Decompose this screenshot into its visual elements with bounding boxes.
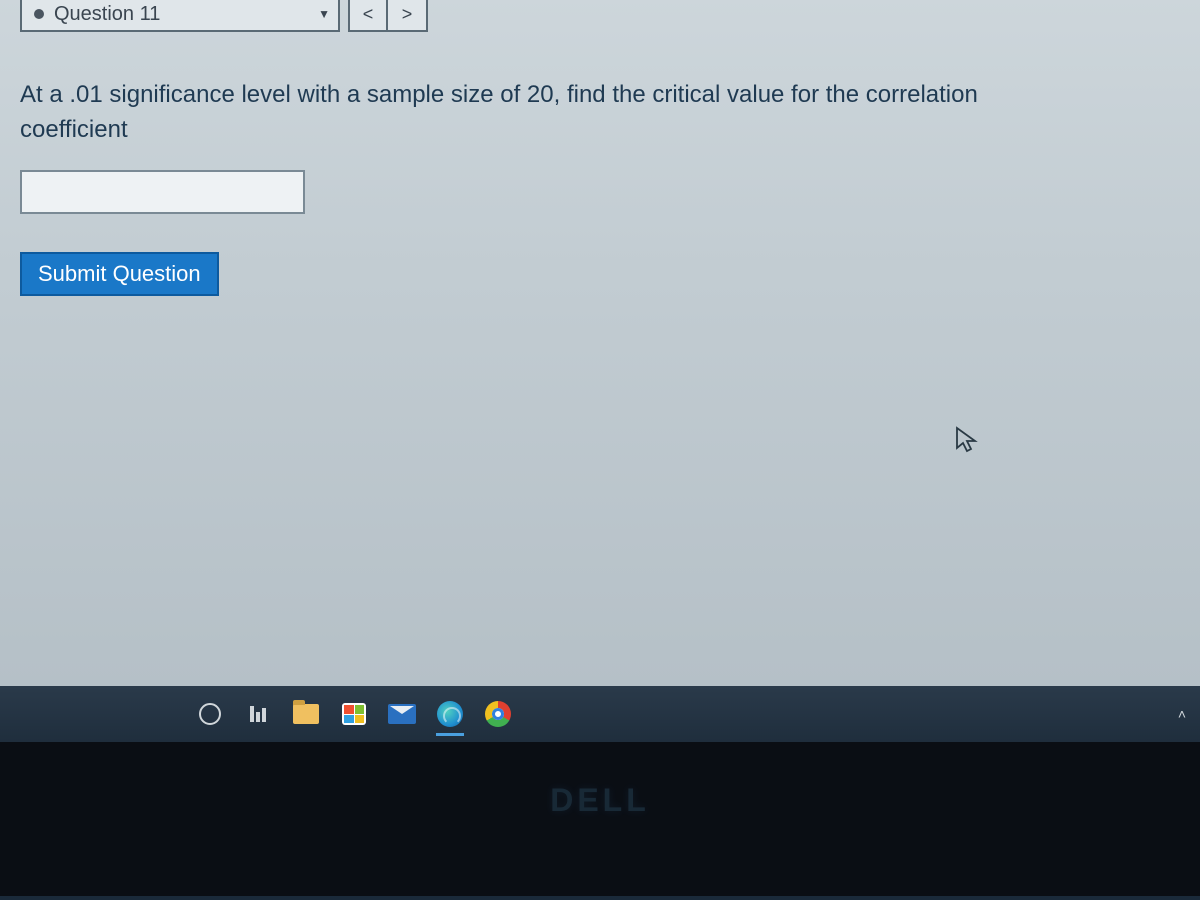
prev-question-button[interactable]: < (350, 0, 388, 30)
chevron-right-icon: > (402, 4, 413, 25)
system-tray: ˄ (1178, 706, 1186, 722)
question-selector-dropdown[interactable]: Question 11 ▼ (20, 0, 340, 32)
monitor-bezel: DELL (0, 742, 1200, 896)
microsoft-store-icon (342, 703, 366, 725)
question-selector-label: Question 11 (54, 3, 318, 26)
chrome-browser-button[interactable] (476, 692, 520, 736)
microsoft-store-button[interactable] (332, 692, 376, 736)
mail-app-button[interactable] (380, 692, 424, 736)
monitor-brand-logo: DELL (550, 782, 650, 819)
quiz-content-area: Question 11 ▼ < > At a .01 significance … (0, 0, 1200, 686)
mouse-cursor-icon (955, 426, 981, 456)
edge-icon (437, 701, 463, 727)
task-view-button[interactable] (236, 692, 280, 736)
chevron-up-icon: ˄ (1178, 706, 1186, 722)
folder-icon (293, 704, 319, 724)
cortana-button[interactable] (188, 692, 232, 736)
question-nav-buttons: < > (348, 0, 428, 32)
answer-input[interactable] (20, 170, 305, 214)
submit-button-label: Submit Question (38, 261, 201, 286)
submit-question-button[interactable]: Submit Question (20, 252, 219, 296)
task-view-icon (250, 706, 266, 722)
file-explorer-button[interactable] (284, 692, 328, 736)
caret-down-icon: ▼ (318, 7, 330, 21)
tray-overflow-button[interactable]: ˄ (1178, 706, 1186, 722)
question-nav-row: Question 11 ▼ < > (20, 0, 1180, 32)
mail-icon (388, 704, 416, 724)
chevron-left-icon: < (363, 4, 374, 25)
next-question-button[interactable]: > (388, 0, 426, 30)
windows-taskbar: ˄ (0, 686, 1200, 742)
status-dot-icon (34, 9, 44, 19)
chrome-icon (485, 701, 511, 727)
question-prompt: At a .01 significance level with a sampl… (20, 78, 1070, 148)
edge-browser-button[interactable] (428, 692, 472, 736)
cortana-circle-icon (199, 703, 221, 725)
